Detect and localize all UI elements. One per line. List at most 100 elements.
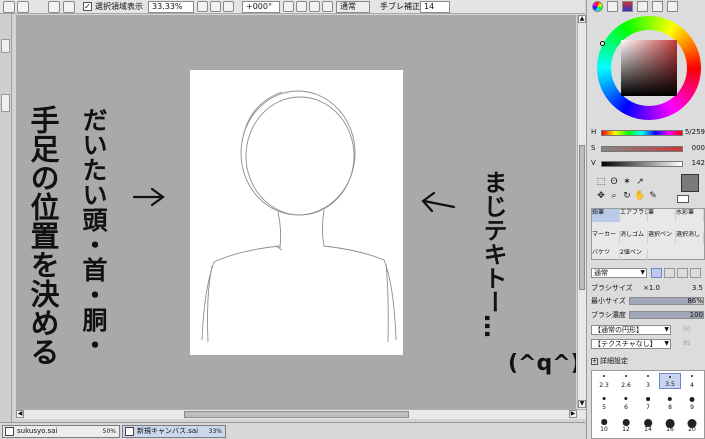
brush-dot-icon bbox=[646, 397, 650, 401]
brush-size-label: 2.6 bbox=[621, 382, 631, 389]
brush-size-cell[interactable]: 20 bbox=[681, 417, 703, 433]
scroll-down-button[interactable]: ▼ bbox=[578, 400, 586, 408]
color-picker-marker[interactable] bbox=[600, 41, 605, 46]
invert-selection-button[interactable] bbox=[63, 1, 75, 13]
rotate-reset-button[interactable] bbox=[309, 1, 320, 12]
texture-select[interactable]: 【テクスチャなし】 ▼ bbox=[591, 339, 671, 349]
blend-mode-select[interactable]: 通常 bbox=[336, 1, 370, 13]
swatch-icon[interactable] bbox=[652, 1, 663, 12]
pen-icon[interactable]: ✎ bbox=[647, 190, 659, 202]
palette-icon[interactable] bbox=[637, 1, 648, 12]
flip-button[interactable] bbox=[322, 1, 333, 12]
undo-button[interactable] bbox=[3, 1, 15, 13]
brush-size-cell[interactable]: 16 bbox=[659, 417, 681, 433]
brush-size-cell[interactable]: 10 bbox=[593, 417, 615, 433]
vertical-scroll-thumb[interactable] bbox=[579, 145, 585, 290]
selection-display-label: 選択領域表示 bbox=[95, 2, 143, 11]
brush-bucket[interactable]: バケツ bbox=[592, 249, 620, 262]
brush-size-cell[interactable]: 4 bbox=[681, 373, 703, 389]
brush-dot-icon bbox=[669, 376, 671, 378]
annotation-left-1: 手足の位置を決める bbox=[26, 105, 60, 366]
brush-size-cell[interactable]: 3 bbox=[637, 373, 659, 389]
brush-size-label: 7 bbox=[646, 404, 650, 411]
scroll-right-button[interactable]: ▶ bbox=[569, 410, 577, 418]
rotate-icon[interactable]: ↻ bbox=[621, 190, 633, 202]
zoom-field[interactable]: 33.33% bbox=[148, 1, 194, 13]
hand-icon[interactable]: ✋ bbox=[634, 190, 646, 202]
brush-size-label: 4 bbox=[690, 382, 694, 389]
document-tab-sukusyo[interactable]: sukusyo.sai 50% bbox=[2, 425, 120, 438]
brush-watercolor[interactable]: 水彩筆 bbox=[676, 209, 704, 222]
brush-select-pen[interactable]: 選択ペン bbox=[648, 231, 676, 244]
detail-settings-row[interactable]: + 詳細設定 bbox=[591, 356, 705, 367]
brush-size-cell[interactable]: 2.3 bbox=[593, 373, 615, 389]
selection-display-checkbox[interactable]: ✓ bbox=[83, 2, 92, 11]
brush-select-eraser[interactable]: 選択消し bbox=[676, 231, 704, 244]
left-panel-tab[interactable] bbox=[1, 39, 10, 53]
annotation-right: まじテキトー… bbox=[479, 170, 507, 338]
brush-size-cell[interactable]: 2.6 bbox=[615, 373, 637, 389]
brush-pencil[interactable]: 鉛筆 bbox=[592, 209, 620, 222]
selection-icon[interactable]: ⬚ bbox=[595, 176, 607, 188]
brush-size-cell[interactable]: 9 bbox=[681, 395, 703, 411]
plus-icon[interactable]: + bbox=[591, 358, 598, 365]
vertical-scrollbar[interactable]: ▲ ▼ bbox=[577, 15, 586, 409]
zoom-icon[interactable]: ⌕ bbox=[608, 190, 620, 202]
move-icon[interactable]: ✥ bbox=[595, 190, 607, 202]
edge-medium-icon[interactable] bbox=[677, 268, 688, 278]
rotation-field[interactable]: +000° bbox=[242, 1, 280, 13]
left-panel-tab[interactable] bbox=[1, 94, 10, 112]
horizontal-scroll-thumb[interactable] bbox=[184, 411, 409, 418]
edge-soft-icon[interactable] bbox=[664, 268, 675, 278]
zoom-in-button[interactable] bbox=[210, 1, 221, 12]
scratchpad-icon[interactable] bbox=[667, 1, 678, 12]
brush-size-cell[interactable]: 7 bbox=[637, 395, 659, 411]
document-icon bbox=[125, 427, 134, 436]
color-wheel[interactable] bbox=[597, 16, 701, 120]
magic-wand-icon[interactable]: ✶ bbox=[621, 176, 633, 188]
main-color-swatch[interactable] bbox=[681, 174, 699, 192]
brush-size-label: 10 bbox=[600, 426, 608, 433]
document-icon bbox=[5, 427, 14, 436]
rotate-left-button[interactable] bbox=[283, 1, 294, 12]
brush-brush[interactable]: 筆 bbox=[648, 209, 676, 222]
brush-size-cell[interactable]: 12 bbox=[615, 417, 637, 433]
rgb-slider-icon[interactable] bbox=[607, 1, 618, 12]
brush-marker[interactable]: マーカー bbox=[592, 231, 620, 244]
document-tab-new-canvas[interactable]: 新規キャンバス.sai 33% bbox=[122, 425, 226, 438]
scroll-up-button[interactable]: ▲ bbox=[578, 15, 586, 23]
deselect-button[interactable] bbox=[48, 1, 60, 13]
transparent-color-swatch[interactable] bbox=[677, 195, 689, 203]
brush-size-cell[interactable]: 6 bbox=[615, 395, 637, 411]
horizontal-scrollbar[interactable]: ◀ ▶ bbox=[16, 409, 586, 419]
brush-binary-pen[interactable]: 2値ペン bbox=[620, 249, 648, 262]
eyedropper-icon[interactable]: ↗ bbox=[634, 176, 646, 188]
brush-mode-select[interactable]: 通常 ▼ bbox=[591, 268, 647, 278]
brush-airbrush[interactable]: エアブラシ bbox=[620, 209, 648, 222]
hue-slider[interactable] bbox=[601, 130, 683, 136]
saturation-value-square[interactable] bbox=[621, 40, 677, 96]
scroll-left-button[interactable]: ◀ bbox=[16, 410, 24, 418]
brush-size-cell[interactable]: 3.5 bbox=[659, 373, 681, 389]
brush-size-label: 6 bbox=[624, 404, 628, 411]
edge-round-icon[interactable] bbox=[690, 268, 701, 278]
brush-dot-icon bbox=[602, 397, 606, 400]
canvas-viewport[interactable]: 手足の位置を決める だいたい頭・首・胴・ まじテキトー… (^q^) bbox=[16, 15, 576, 409]
saturation-slider[interactable] bbox=[601, 146, 683, 152]
brush-dot-icon bbox=[624, 397, 628, 401]
color-wheel-mode-icon[interactable] bbox=[592, 1, 603, 12]
edge-hard-icon[interactable] bbox=[651, 268, 662, 278]
brush-size-cell[interactable]: 14 bbox=[637, 417, 659, 433]
stabilizer-select[interactable]: 14 bbox=[420, 1, 450, 13]
brush-shape-select[interactable]: 【通常の円形】 ▼ bbox=[591, 325, 671, 335]
lasso-icon[interactable]: ʘ bbox=[608, 176, 620, 188]
rotate-right-button[interactable] bbox=[296, 1, 307, 12]
brush-size-cell[interactable]: 8 bbox=[659, 395, 681, 411]
brush-size-cell[interactable]: 5 bbox=[593, 395, 615, 411]
zoom-out-button[interactable] bbox=[197, 1, 208, 12]
redo-button[interactable] bbox=[17, 1, 29, 13]
value-slider[interactable] bbox=[601, 161, 683, 167]
zoom-reset-button[interactable] bbox=[223, 1, 234, 12]
brush-eraser[interactable]: 消しゴム bbox=[620, 231, 648, 244]
hsv-slider-icon[interactable] bbox=[622, 1, 633, 12]
